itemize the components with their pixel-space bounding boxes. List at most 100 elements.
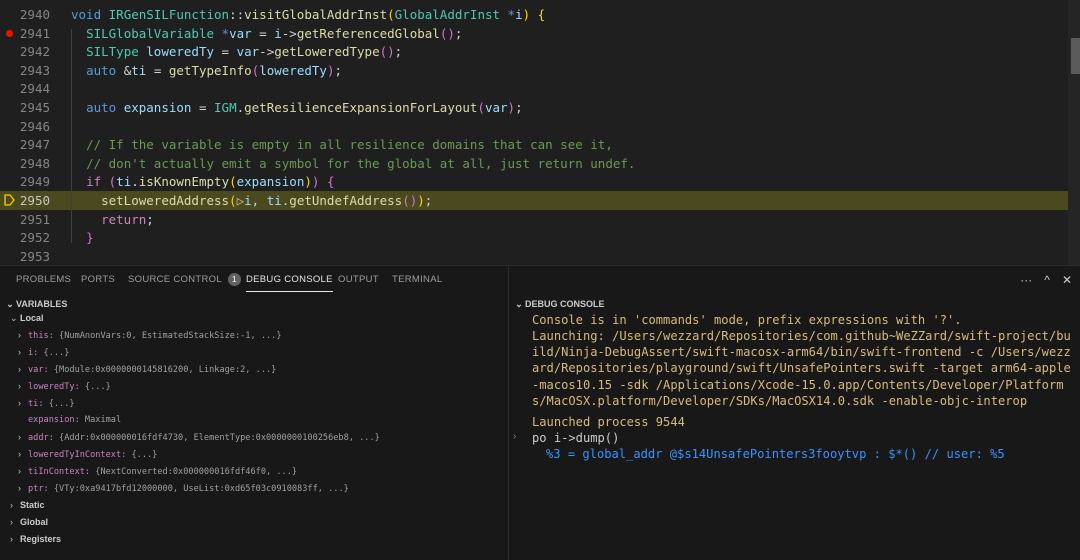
code-line[interactable]: 2943 auto &ti = getTypeInfo(loweredTy); (0, 61, 1068, 80)
chevron-right-icon[interactable]: › (18, 378, 28, 395)
variable-ti[interactable]: › ti: {...} (0, 395, 526, 412)
variable-loweredTy[interactable]: › loweredTy: {...} (0, 378, 526, 395)
chevron-right-icon[interactable]: › (18, 327, 28, 344)
code-token: getTypeInfo (168, 62, 252, 78)
code-token: ti (131, 62, 147, 78)
code-token: = (146, 62, 169, 78)
line-number: 2946 (19, 118, 50, 134)
code-token: visitGlobalAddrInst (244, 7, 388, 22)
variable-ptr[interactable]: › ptr: {VTy:0xa9417bfd12000000, UseList:0… (0, 480, 526, 497)
code-line[interactable]: 2940 void IRGenSILFunction::visitGlobalAd… (0, 5, 1068, 24)
variable-value: {NextConverted:0x000000016fdf46f0, ...} (95, 467, 298, 477)
variables-view: ⌄ VARIABLES ⌄ Local › this: {NumAnonVars:0, … (0, 266, 509, 560)
variable-tiInContext[interactable]: › tiInContext: {NextConverted:0x000000016… (0, 463, 526, 480)
variable-name: loweredTy: (28, 382, 85, 392)
code-token: loweredTy (146, 44, 215, 60)
debug-console-header[interactable]: ⌄ DEBUG CONSOLE (513, 295, 605, 313)
code-token: -> (259, 44, 275, 60)
console-input-line: po i->dump() (532, 431, 620, 445)
code-token: ; (334, 62, 342, 78)
code-token: . (236, 100, 245, 115)
line-number: 2947 (19, 137, 50, 153)
code-editor[interactable]: 2940 void IRGenSILFunction::visitGlobalAd… (0, 0, 1080, 265)
code-token: ( (387, 7, 395, 22)
code-line[interactable]: 2953 (0, 247, 1068, 265)
code-token: i (274, 25, 282, 41)
chevron-right-icon[interactable]: › (18, 429, 28, 446)
code-line[interactable]: 2945 auto expansion = IGM.getResilienceE… (0, 98, 1068, 117)
code-line[interactable]: 2946 (0, 117, 1068, 136)
code-text: } (71, 228, 94, 247)
code-line[interactable]: 2941 SILGlobalVariable *var = i->getRefe… (0, 24, 1068, 43)
chevron-down-icon: ⌄ (515, 299, 523, 309)
code-token: getReferencedGlobal (296, 25, 440, 41)
scrollbar-thumb[interactable] (1071, 38, 1080, 74)
code-line[interactable]: 2950 setLoweredAddress(▷i, ti.getUndefAd… (0, 191, 1068, 210)
code-line[interactable]: 2944 (0, 79, 1068, 98)
variable-value: {Addr:0x000000016fdf4730, ElementType:0x… (59, 433, 380, 443)
code-token: expansion (123, 100, 192, 115)
scope-label: Registers (20, 534, 62, 544)
variable-this[interactable]: › this: {NumAnonVars:0, EstimatedStackSiz… (0, 327, 526, 344)
chevron-right-icon[interactable]: › (18, 446, 28, 463)
code-line[interactable]: 2949 if (ti.isKnownEmpty(expansion)) { (0, 172, 1068, 191)
editor-scrollbar[interactable] (1068, 0, 1080, 265)
variable-name: ti: (28, 399, 49, 409)
variable-expansion[interactable]: expansion: Maximal (0, 412, 526, 429)
code-token: // don't actually emit a symbol for the … (86, 155, 636, 171)
variable-addr[interactable]: › addr: {Addr:0x000000016fdf4730, Element… (0, 429, 526, 446)
code-token: isKnownEmpty (138, 174, 230, 190)
code-token: ( (229, 174, 237, 190)
scope-registers[interactable]: › Registers (0, 531, 518, 548)
scope-static[interactable]: › Static (0, 497, 518, 514)
chevron-right-icon[interactable]: › (18, 395, 28, 412)
code-token: () (402, 193, 418, 208)
chevron-right-icon[interactable]: › (10, 497, 20, 514)
code-token: { (326, 174, 335, 190)
code-token: ti (266, 193, 282, 208)
variable-var[interactable]: › var: {Module:0x0000000145816200, Linkag… (0, 361, 526, 378)
code-token: ) (522, 7, 531, 22)
code-token: var (229, 25, 252, 41)
code-line[interactable]: 2952 } (0, 228, 1068, 247)
code-token: ; (515, 100, 523, 115)
code-token: ) (304, 174, 312, 190)
scope-local[interactable]: ⌄ Local (0, 310, 518, 327)
code-text: SILType loweredTy = var->getLoweredType(… (71, 42, 402, 61)
chevron-right-icon[interactable]: › (18, 463, 28, 480)
chevron-right-icon[interactable]: › (10, 531, 20, 548)
code-token: ti (116, 174, 132, 190)
scope-label: Static (20, 500, 45, 510)
variable-i[interactable]: › i: {...} (0, 344, 526, 361)
chevron-right-icon[interactable]: › (18, 361, 28, 378)
code-token: // If the variable is empty in all resil… (86, 137, 613, 153)
code-token: ; (424, 193, 433, 208)
code-token: ( (229, 193, 237, 208)
code-line[interactable]: 2948 // don't actually emit a symbol for… (0, 154, 1068, 173)
chevron-right-icon[interactable]: › (18, 344, 28, 361)
scope-global[interactable]: › Global (0, 514, 518, 531)
chevron-down-icon[interactable]: ⌄ (10, 310, 20, 327)
code-token: getLoweredType (274, 44, 380, 60)
code-token: return (101, 211, 147, 227)
variable-loweredTyInContext[interactable]: › loweredTyInContext: {...} (0, 446, 526, 463)
breakpoint-icon[interactable] (6, 29, 13, 37)
line-number: 2951 (19, 211, 50, 227)
code-token: :: (229, 7, 245, 22)
inline-breakpoint-icon[interactable]: ▷ (237, 193, 245, 208)
debug-console-title: DEBUG CONSOLE (525, 299, 605, 309)
code-token: IGM (214, 100, 237, 115)
code-line[interactable]: 2951 return; (0, 210, 1068, 229)
chevron-right-icon[interactable]: › (10, 514, 20, 531)
code-token: void (71, 7, 102, 22)
code-line[interactable]: 2942 SILType loweredTy = var->getLowered… (0, 42, 1068, 61)
chevron-right-icon[interactable]: › (18, 480, 28, 497)
code-line[interactable]: 2947 // If the variable is empty in all … (0, 135, 1068, 154)
debug-console-view: ⌄ DEBUG CONSOLE Console is in 'commands' … (509, 266, 1080, 560)
